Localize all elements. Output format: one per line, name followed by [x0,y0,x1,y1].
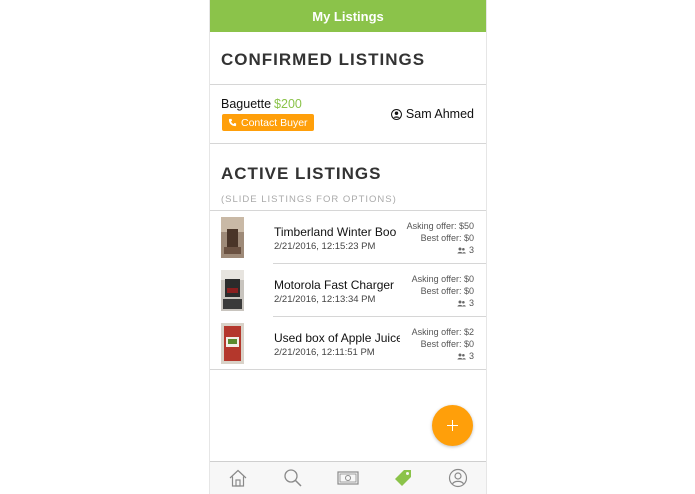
watchers: 3 [412,350,474,362]
tab-listings[interactable] [388,466,418,490]
people-icon [457,300,466,306]
contact-buyer-label: Contact Buyer [241,116,308,129]
watchers: 3 [407,244,474,256]
watcher-count: 3 [468,351,474,361]
plus-icon [447,420,458,431]
listing-date: 2/21/2016, 12:13:34 PM [274,294,376,305]
tab-profile[interactable] [443,466,473,490]
home-icon [229,469,247,487]
listing-title: Timberland Winter Boo [274,225,397,239]
asking-offer: Asking offer: $50 [406,221,474,231]
confirmed-item-name: Baguette [221,97,272,111]
best-offer: Best offer: $0 [420,233,474,243]
add-listing-button[interactable] [432,405,473,446]
watcher-count: 3 [468,245,474,255]
tab-home[interactable] [223,466,253,490]
money-icon [337,471,359,485]
confirmed-item: Baguette $200 [221,97,302,111]
search-icon [284,469,302,487]
people-icon [457,353,466,359]
tab-search[interactable] [278,466,308,490]
listing-date: 2/21/2016, 12:11:51 PM [274,347,375,358]
listing-row[interactable]: Used box of Apple Juice 2/21/2016, 12:11… [210,317,486,370]
listing-row[interactable]: Motorola Fast Charger 2/21/2016, 12:13:3… [210,264,486,317]
profile-icon [449,468,468,488]
confirmed-item-price: $200 [274,97,302,111]
best-offer: Best offer: $0 [420,339,474,349]
user-circle-icon [390,108,402,120]
confirmed-listings-heading: CONFIRMED LISTINGS [210,32,486,85]
listing-title: Used box of Apple Juice [274,331,400,345]
listing-offers: Asking offer: $50 Best offer: $0 3 [407,220,474,256]
listing-offers: Asking offer: $2 Best offer: $0 3 [412,326,474,362]
buyer-info: Sam Ahmed [390,107,474,121]
asking-offer: Asking offer: $0 [411,274,474,284]
asking-offer: Asking offer: $2 [411,327,474,337]
tag-icon [395,470,412,486]
listing-row[interactable]: Timberland Winter Boo 2/21/2016, 12:15:2… [210,211,486,264]
phone-screen: My Listings CONFIRMED LISTINGS Baguette $… [209,0,487,494]
watcher-count: 3 [468,298,474,308]
row-divider [210,369,486,370]
active-listings-heading: ACTIVE LISTINGS [221,164,382,183]
best-offer: Best offer: $0 [420,286,474,296]
watchers: 3 [412,297,474,309]
active-listings-hint: (SLIDE LISTINGS FOR OPTIONS) [210,184,486,211]
confirmed-listing-row[interactable]: Baguette $200 Contact Buyer Sam Ahmed [210,85,486,144]
listing-offers: Asking offer: $0 Best offer: $0 3 [412,273,474,309]
phone-icon [228,118,237,127]
buyer-name: Sam Ahmed [405,107,474,121]
tab-bar [210,461,486,494]
listing-date: 2/21/2016, 12:15:23 PM [274,241,376,252]
people-icon [457,247,466,253]
contact-buyer-button[interactable]: Contact Buyer [222,114,314,131]
listing-thumbnail [221,323,244,364]
listing-title: Motorola Fast Charger [274,278,395,292]
tab-money[interactable] [333,466,363,490]
listing-thumbnail [221,217,244,258]
listing-thumbnail [221,270,244,311]
nav-bar: My Listings [210,0,486,32]
page-title: My Listings [312,8,384,24]
